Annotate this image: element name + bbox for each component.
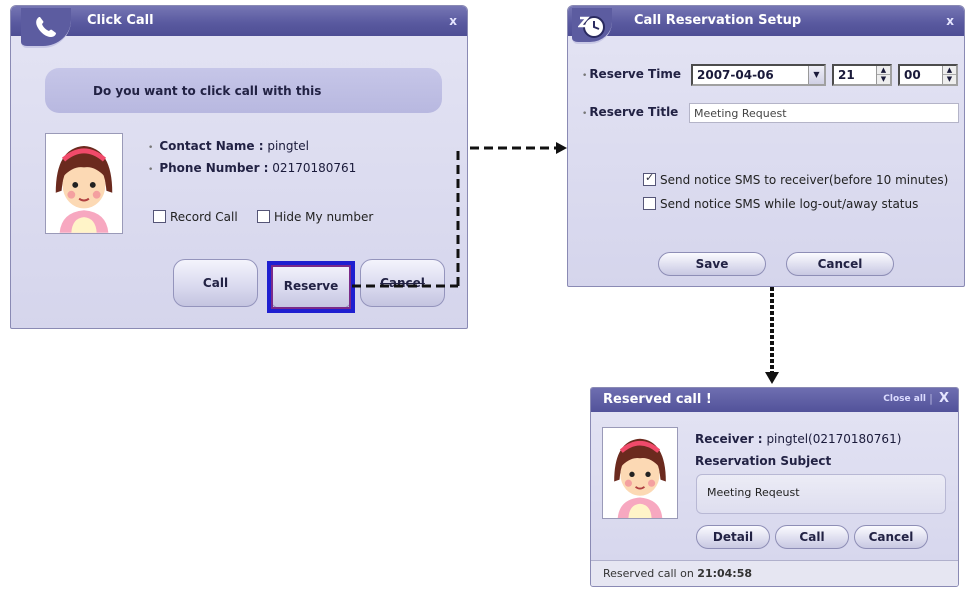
spin-up-icon[interactable]: ▲ (943, 66, 956, 75)
spin-down-icon[interactable]: ▼ (943, 75, 956, 84)
reservation-subject-heading: Reservation Subject (695, 454, 831, 468)
date-value: 2007-04-06 (697, 68, 774, 82)
reservation-setup-title: Call Reservation Setup (634, 13, 802, 28)
reserve-button[interactable]: Reserve (269, 263, 353, 309)
spin-up-icon[interactable]: ▲ (877, 66, 890, 75)
record-call-checkbox[interactable] (153, 210, 166, 223)
receiver-line: Receiver : pingtel(02170180761) (695, 432, 901, 446)
contact-name-label: Contact Name : (159, 139, 264, 153)
reserve-title-input[interactable]: Meeting Request (689, 103, 959, 123)
save-button[interactable]: Save (658, 252, 766, 276)
sms-away-label: Send notice SMS while log-out/away statu… (660, 197, 919, 211)
date-select[interactable]: 2007-04-06 ▼ (691, 64, 826, 86)
minute-spin-buttons[interactable]: ▲ ▼ (942, 66, 956, 84)
reserved-call-close-button[interactable]: X (939, 391, 949, 406)
record-call-option[interactable]: Record Call (153, 210, 238, 224)
reserve-title-value: Meeting Request (694, 107, 787, 120)
cancel-button-label: Cancel (380, 276, 425, 290)
reservation-subject-label: Reservation Subject (695, 454, 832, 468)
hour-spin-buttons[interactable]: ▲ ▼ (876, 66, 890, 84)
reserve-title-label: • Reserve Title (582, 105, 678, 119)
phone-number-value: 02170180761 (272, 161, 357, 175)
sms-before-option[interactable]: Send notice SMS to receiver(before 10 mi… (643, 171, 949, 187)
reservation-setup-close-button[interactable]: x (946, 14, 954, 28)
reserved-call-call-button[interactable]: Call (775, 525, 849, 549)
arrow-right-icon (556, 142, 567, 154)
click-call-question-text: Do you want to click call with this (93, 83, 322, 98)
receiver-label: Receiver : (695, 432, 763, 446)
reserved-call-popup: Reserved call ! Close all | X Receiver :… (590, 387, 959, 587)
contact-name-line: • Contact Name : pingtel (148, 139, 309, 153)
click-call-close-button[interactable]: x (449, 14, 457, 28)
hour-stepper[interactable]: 21 ▲ ▼ (832, 64, 892, 86)
reserve-time-label-text: Reserve Time (589, 67, 681, 81)
footer-time: 21:04:58 (697, 567, 753, 580)
minute-stepper[interactable]: 00 ▲ ▼ (898, 64, 958, 86)
footer-prefix: Reserved call on (603, 567, 694, 580)
contact-avatar (45, 133, 123, 234)
reserved-call-footer: Reserved call on 21:04:58 (591, 560, 958, 586)
reservation-setup-titlebar[interactable]: Call Reservation Setup x (568, 6, 964, 36)
bullet-icon: • (582, 71, 588, 81)
call-button[interactable]: Call (173, 259, 258, 307)
arrow-down-icon (765, 372, 779, 384)
hide-number-checkbox[interactable] (257, 210, 270, 223)
click-call-titlebar[interactable]: Click Call x (11, 6, 467, 36)
click-call-title: Click Call (87, 13, 154, 28)
hide-number-option[interactable]: Hide My number (257, 210, 373, 224)
contact-name-value: pingtel (267, 139, 309, 153)
phone-number-line: • Phone Number : 02170180761 (148, 161, 356, 175)
phone-handset-icon (21, 8, 71, 48)
cancel-button[interactable]: Cancel (360, 259, 445, 307)
reserved-call-titlebar[interactable]: Reserved call ! Close all | X (591, 388, 958, 412)
phone-number-label: Phone Number : (159, 161, 269, 175)
chevron-down-icon[interactable]: ▼ (808, 66, 824, 84)
receiver-value: pingtel(02170180761) (766, 432, 902, 446)
minute-value: 00 (904, 68, 921, 82)
click-call-question: Do you want to click call with this (45, 68, 442, 113)
spin-down-icon[interactable]: ▼ (877, 75, 890, 84)
bullet-icon: • (582, 109, 588, 119)
reservation-subject-value: Meeting Reqeust (707, 486, 800, 499)
sms-away-option[interactable]: Send notice SMS while log-out/away statu… (643, 197, 918, 211)
receiver-avatar (602, 427, 678, 519)
close-all-link[interactable]: Close all (883, 394, 926, 404)
reservation-subject-box: Meeting Reqeust (696, 474, 946, 514)
sms-before-label: Send notice SMS to receiver(before 10 mi… (660, 173, 949, 187)
hide-number-label: Hide My number (274, 210, 374, 224)
reservation-cancel-button[interactable]: Cancel (786, 252, 894, 276)
reserve-time-label: • Reserve Time (582, 67, 681, 81)
hour-value: 21 (838, 68, 855, 82)
titlebar-divider: | (928, 392, 933, 405)
reserved-call-cancel-button[interactable]: Cancel (854, 525, 928, 549)
click-call-dialog: Click Call x Do you want to click call w… (10, 5, 468, 329)
alarm-clock-icon (572, 8, 612, 44)
reserved-call-title: Reserved call ! (603, 392, 712, 407)
record-call-label: Record Call (170, 210, 238, 224)
bullet-icon: • (148, 165, 154, 175)
sms-away-checkbox[interactable] (643, 197, 656, 210)
detail-button[interactable]: Detail (696, 525, 770, 549)
bullet-icon: • (148, 143, 154, 153)
reservation-setup-dialog: Call Reservation Setup x • Reserve Time 2… (567, 5, 965, 287)
reserve-title-label-text: Reserve Title (589, 105, 679, 119)
sms-before-checkbox[interactable] (643, 171, 656, 186)
